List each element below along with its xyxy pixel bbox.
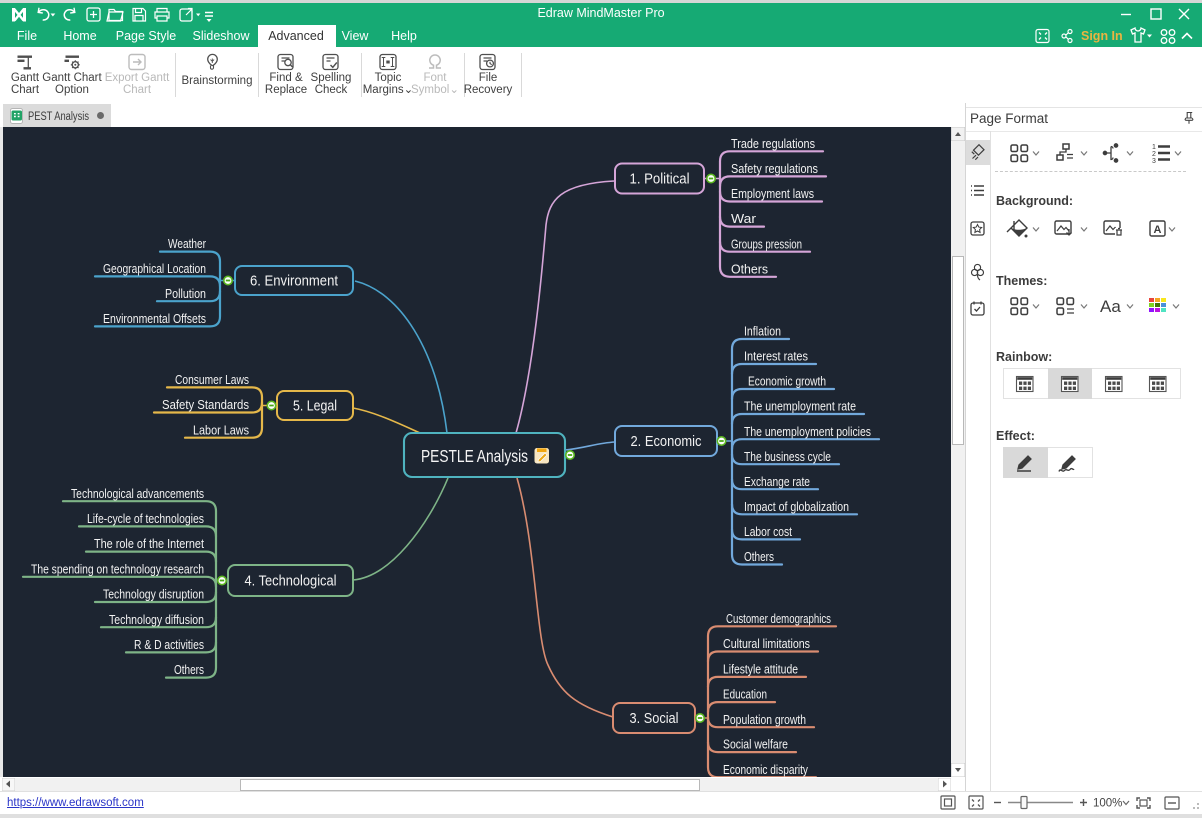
svg-text:2. Economic: 2. Economic bbox=[631, 433, 702, 450]
svg-text:Pollution: Pollution bbox=[165, 286, 206, 301]
svg-text:A: A bbox=[1154, 224, 1162, 236]
svg-text:3: 3 bbox=[1152, 158, 1156, 165]
svg-text:Safety Standards: Safety Standards bbox=[162, 397, 249, 412]
svg-text:Impact of globalization: Impact of globalization bbox=[744, 499, 849, 514]
svg-text:Consumer Laws: Consumer Laws bbox=[175, 372, 249, 387]
svg-text:Life-cycle of technologies: Life-cycle of technologies bbox=[87, 511, 204, 526]
svg-text:Trade regulations: Trade regulations bbox=[731, 136, 815, 151]
svg-text:The business cycle: The business cycle bbox=[744, 449, 831, 464]
svg-text:Others: Others bbox=[731, 261, 768, 276]
svg-text:PESTLE Analysis: PESTLE Analysis bbox=[421, 446, 528, 466]
svg-text:Inflation: Inflation bbox=[744, 324, 781, 339]
svg-text:Others: Others bbox=[744, 549, 774, 564]
svg-text:Population growth: Population growth bbox=[723, 712, 806, 727]
svg-text:4. Technological: 4. Technological bbox=[245, 573, 337, 590]
svg-text:Economic growth: Economic growth bbox=[748, 374, 826, 389]
svg-text:The spending on technology res: The spending on technology research bbox=[31, 561, 204, 576]
svg-text:6. Environment: 6. Environment bbox=[250, 273, 339, 290]
svg-text:Economic disparity: Economic disparity bbox=[723, 762, 808, 777]
svg-text:Lifestyle attitude: Lifestyle attitude bbox=[723, 662, 798, 677]
svg-text:1: 1 bbox=[1152, 144, 1156, 151]
svg-text:Environmental Offsets: Environmental Offsets bbox=[103, 311, 206, 326]
svg-text:The unemployment rate: The unemployment rate bbox=[744, 399, 856, 414]
svg-text:The unemployment policies: The unemployment policies bbox=[744, 424, 871, 439]
svg-text:2: 2 bbox=[1152, 151, 1156, 158]
svg-text:Technological advancements: Technological advancements bbox=[71, 486, 204, 501]
svg-text:Technology disruption: Technology disruption bbox=[103, 587, 204, 602]
svg-text:War: War bbox=[731, 211, 757, 226]
svg-text:Technology diffusion: Technology diffusion bbox=[109, 612, 204, 627]
svg-text:Safety regulations: Safety regulations bbox=[731, 161, 818, 176]
svg-text:Others: Others bbox=[174, 662, 204, 677]
svg-text:Aa: Aa bbox=[1100, 297, 1121, 316]
svg-text:Cultural limitations: Cultural limitations bbox=[723, 636, 810, 651]
svg-text:Employment laws: Employment laws bbox=[731, 186, 814, 201]
svg-text:1. Political: 1. Political bbox=[630, 171, 690, 188]
svg-text:Labor Laws: Labor Laws bbox=[193, 422, 249, 437]
svg-text:Education: Education bbox=[723, 687, 767, 702]
svg-text:Exchange rate: Exchange rate bbox=[744, 474, 810, 489]
svg-text:Social welfare: Social welfare bbox=[723, 737, 788, 752]
svg-text:The role of the Internet: The role of the Internet bbox=[94, 536, 204, 551]
svg-text:Weather: Weather bbox=[168, 236, 207, 251]
svg-text:3. Social: 3. Social bbox=[630, 710, 679, 727]
svg-text:Groups pression: Groups pression bbox=[731, 236, 802, 251]
svg-text:5. Legal: 5. Legal bbox=[293, 398, 337, 415]
svg-text:Customer demographics: Customer demographics bbox=[726, 611, 831, 626]
svg-text:Geographical Location: Geographical Location bbox=[103, 261, 206, 276]
svg-text:Interest rates: Interest rates bbox=[744, 349, 808, 364]
svg-text:100%: 100% bbox=[1093, 798, 1122, 810]
svg-text:Labor cost: Labor cost bbox=[744, 524, 792, 539]
svg-text:R & D activities: R & D activities bbox=[134, 637, 204, 652]
svg-text:PEST Analysis: PEST Analysis bbox=[28, 111, 89, 123]
